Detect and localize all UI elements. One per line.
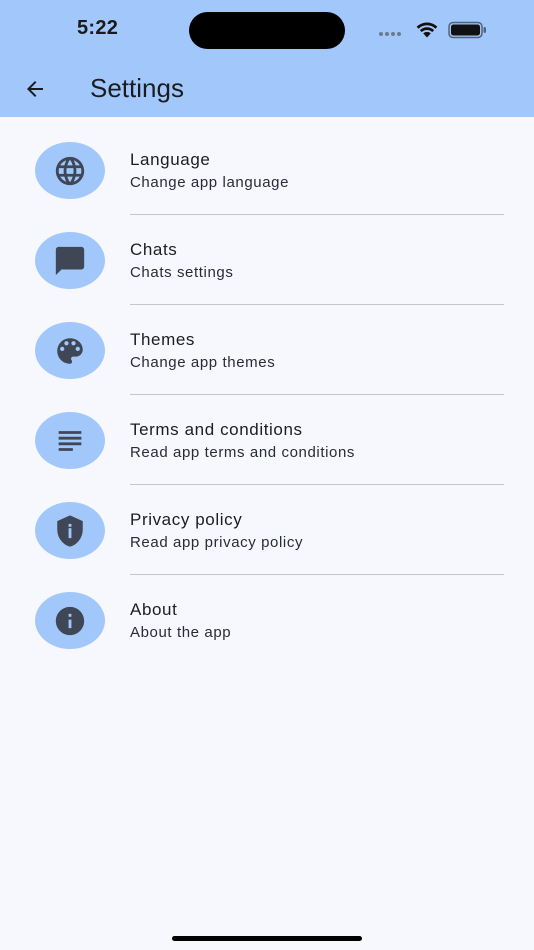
shield-icon — [57, 514, 83, 547]
divider — [130, 214, 504, 215]
status-time: 5:22 — [77, 17, 119, 39]
settings-item-title: About — [130, 600, 178, 619]
divider — [130, 574, 504, 575]
info-icon — [55, 606, 85, 635]
wifi-icon — [416, 22, 438, 38]
settings-item-icon-container — [35, 502, 105, 559]
palette-icon — [57, 337, 83, 364]
settings-item-themes[interactable]: Themes Change app themes — [0, 307, 534, 397]
settings-item-icon-container — [35, 412, 105, 469]
app-bar: 5:22 Settings — [0, 0, 534, 117]
settings-item-subtitle: Change app language — [130, 174, 290, 191]
arrow-left-icon — [27, 81, 43, 97]
settings-item-title: Chats — [130, 240, 178, 259]
chat-bubble-icon — [55, 246, 85, 275]
settings-item-language[interactable]: Language Change app language — [0, 127, 534, 217]
settings-item-icon-container — [35, 592, 105, 649]
settings-item-title: Privacy policy — [130, 510, 243, 529]
battery-icon — [448, 21, 486, 39]
divider — [130, 304, 504, 305]
dynamic-island — [189, 12, 345, 49]
settings-item-title: Terms and conditions — [130, 420, 303, 439]
settings-item-privacy[interactable]: Privacy policy Read app privacy policy — [0, 487, 534, 577]
divider — [130, 394, 504, 395]
settings-item-subtitle: About the app — [130, 624, 232, 641]
settings-item-title: Themes — [130, 330, 196, 349]
back-button[interactable] — [18, 72, 52, 106]
cellular-signal-icon — [379, 32, 401, 36]
settings-item-icon-container — [35, 322, 105, 379]
settings-item-icon-container — [35, 142, 105, 199]
settings-item-subtitle: Read app terms and conditions — [130, 444, 356, 461]
settings-item-icon-container — [35, 232, 105, 289]
home-indicator[interactable] — [172, 936, 362, 941]
settings-item-subtitle: Chats settings — [130, 264, 234, 281]
settings-item-subtitle: Read app privacy policy — [130, 534, 304, 551]
page-title: Settings — [90, 73, 184, 103]
settings-item-terms[interactable]: Terms and conditions Read app terms and … — [0, 397, 534, 487]
settings-item-about[interactable]: About About the app — [0, 577, 534, 667]
settings-item-title: Language — [130, 150, 211, 169]
settings-item-subtitle: Change app themes — [130, 354, 276, 371]
settings-item-chats[interactable]: Chats Chats settings — [0, 217, 534, 307]
text-lines-icon — [58, 430, 82, 451]
divider — [130, 484, 504, 485]
settings-list: Language Change app language Chats Chats… — [0, 127, 534, 667]
globe-icon — [55, 156, 85, 185]
